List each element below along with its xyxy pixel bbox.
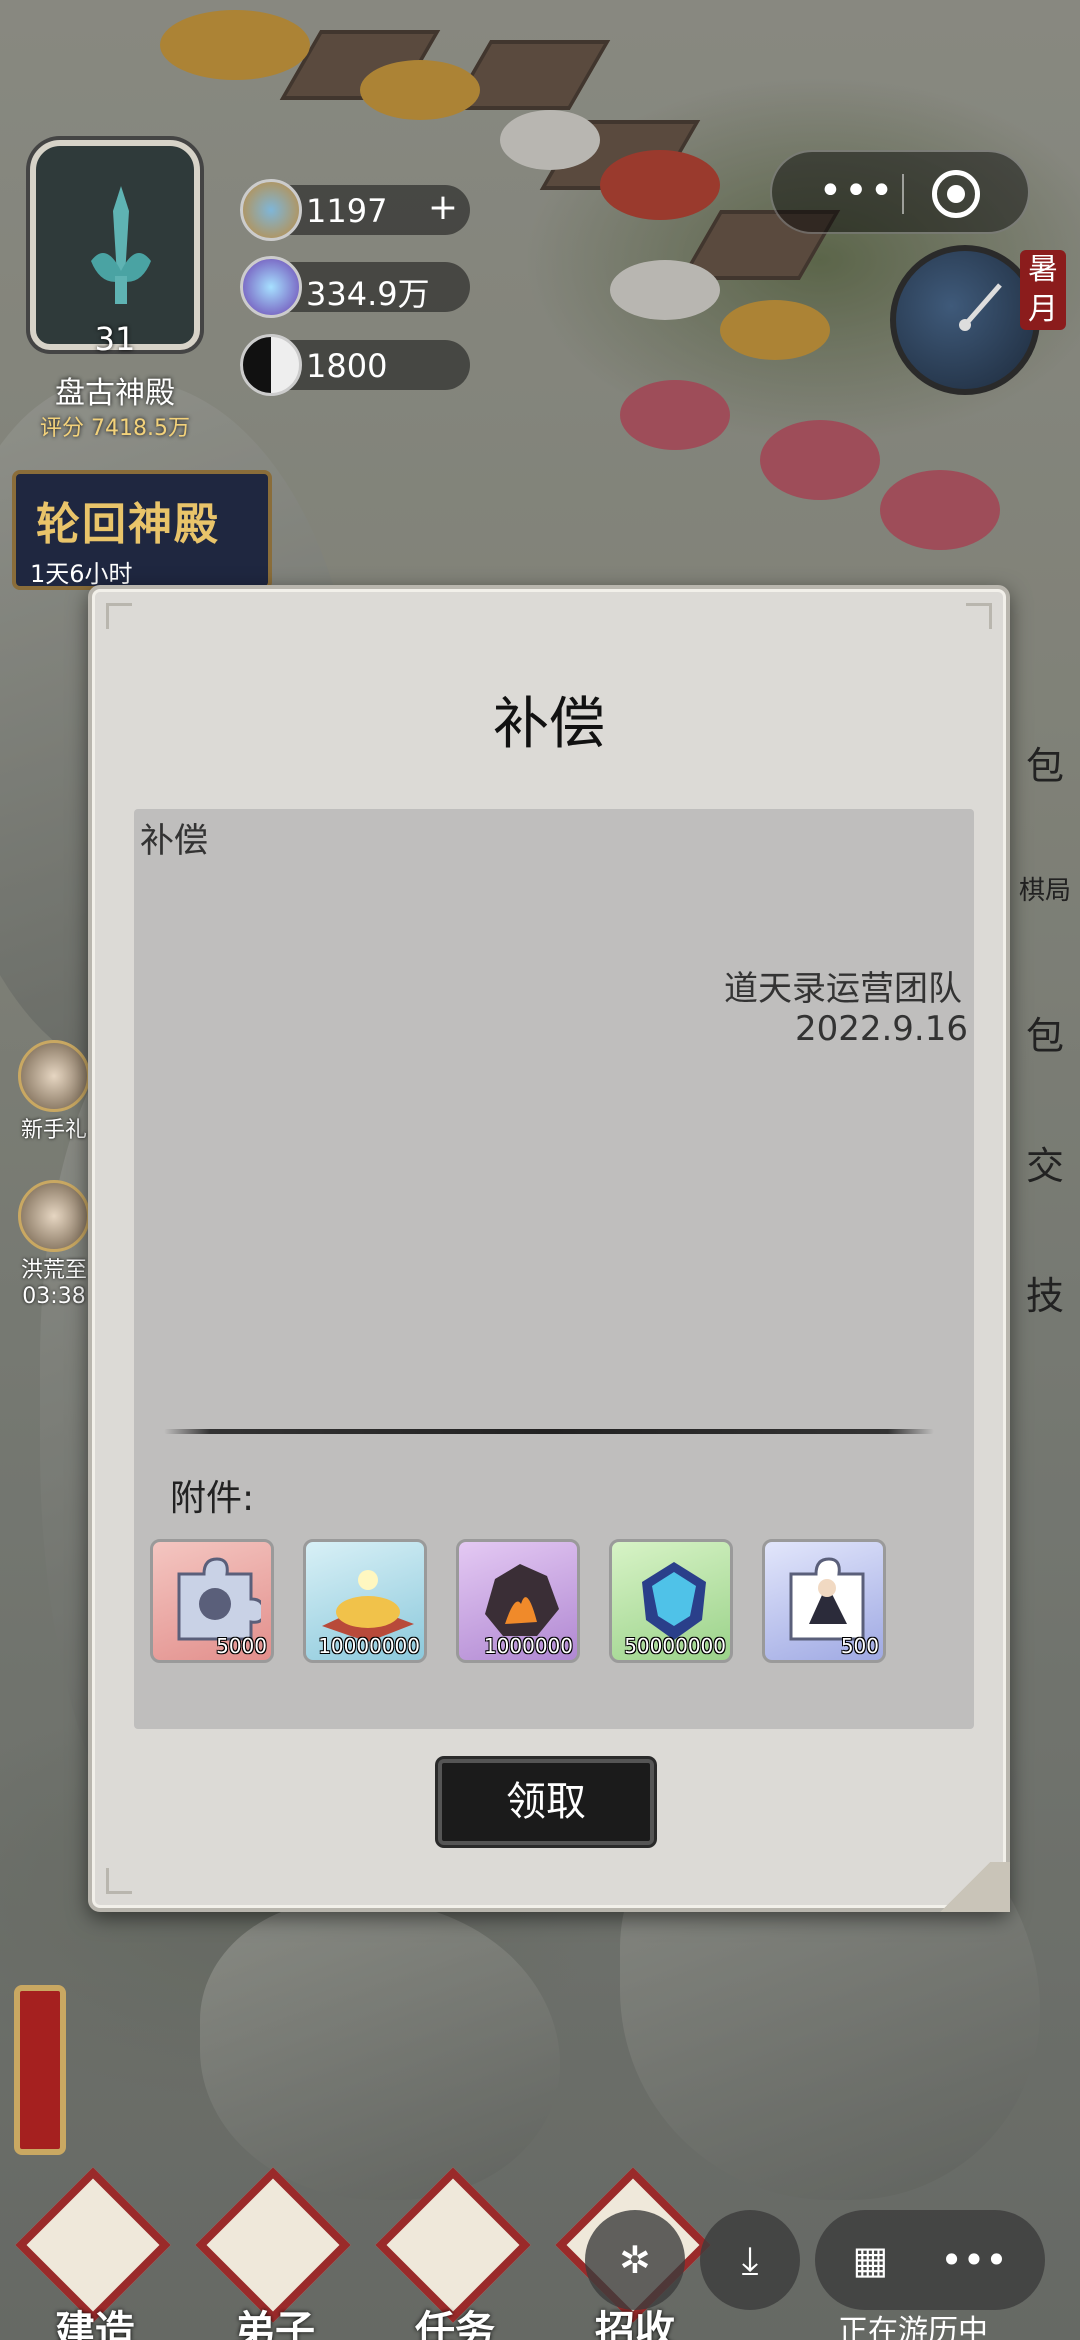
crystal-icon (240, 256, 302, 318)
capsule-divider (902, 174, 904, 214)
attachment-item[interactable]: 5000 (150, 1539, 274, 1663)
sword-emblem-icon (91, 186, 151, 304)
more-dots-icon: ••• (940, 2238, 1008, 2282)
temple-emblem (30, 140, 200, 350)
yin-yang-icon (240, 334, 302, 396)
flood-event-button[interactable]: 洪荒至 03:38 (14, 1180, 94, 1309)
newbie-gift-icon (18, 1040, 90, 1112)
tab-build[interactable]: 建造 (15, 2167, 171, 2340)
grid-menu-button[interactable]: ▦ ••• (815, 2210, 1045, 2310)
mail-content-panel: 补偿 道天录运营团队 2022.9.16 附件: 5000 10000000 1… (134, 809, 974, 1729)
side-timer: 03:38 (22, 1284, 86, 1309)
attachment-quantity: 10000000 (318, 1634, 420, 1658)
temple-name: 盘古神殿 (55, 376, 175, 411)
page-curl-ornament (920, 1862, 1010, 1912)
side-label: 新手礼 (20, 1118, 87, 1143)
reincarnation-temple-event[interactable]: 轮回神殿 1天6小时 (12, 470, 272, 590)
character-fragment-icon (789, 1557, 865, 1641)
temple-badge[interactable]: 31 盘古神殿 评分 7418.5万 (10, 120, 220, 441)
mail-date: 2022.9.16 (794, 1009, 968, 1049)
sparkle-icon[interactable]: ✲ (585, 2210, 685, 2310)
gold-sand-icon (322, 1570, 414, 1642)
attachment-quantity: 500 (840, 1634, 879, 1658)
attachments-label: 附件: (170, 1478, 255, 1519)
tab-label: 弟子 (235, 2308, 315, 2340)
tab-tasks[interactable]: 任务 (375, 2167, 531, 2340)
mail-sender: 道天录运营团队 (724, 969, 962, 1009)
traveling-status: 正在游历中 (838, 2314, 988, 2340)
attachment-item[interactable]: 1000000 (456, 1539, 580, 1663)
close-target-icon[interactable] (932, 170, 980, 218)
blue-crystal-icon (642, 1562, 706, 1640)
resource-value: 1800 (306, 347, 388, 385)
tab-disciples[interactable]: 弟子 (195, 2167, 351, 2340)
more-options-button[interactable]: ••• (812, 166, 902, 222)
tab-label: 建造 (55, 2308, 135, 2340)
side-label: 洪荒至 (20, 1258, 87, 1283)
newbie-gift-button[interactable]: 新手礼 (14, 1040, 94, 1144)
side-right-item[interactable]: 包 (1010, 1005, 1080, 1060)
event-timer: 1天6小时 (30, 560, 133, 588)
scroll-icon[interactable] (14, 1985, 66, 2155)
dialog-title: 补偿 (493, 692, 605, 757)
grid-icon: ▦ (852, 2238, 889, 2282)
mail-subject: 补偿 (140, 821, 208, 861)
compensation-mail-dialog: 补偿 补偿 道天录运营团队 2022.9.16 附件: 5000 1000000… (88, 585, 1010, 1912)
add-resource-button[interactable]: + (428, 187, 458, 228)
side-right-item[interactable]: 技 (1010, 1265, 1080, 1320)
day-night-clock[interactable] (890, 245, 1040, 395)
attachment-quantity: 5000 (216, 1634, 267, 1658)
side-right-item[interactable]: 交 (1010, 1135, 1080, 1190)
dialog-corner-ornament (106, 603, 132, 629)
claim-button[interactable]: 领取 (438, 1759, 654, 1845)
download-icon[interactable]: ⤓ (700, 2210, 800, 2310)
dialog-corner-ornament (106, 1868, 132, 1894)
temple-score: 评分 7418.5万 (40, 416, 190, 441)
resource-crystal[interactable]: 334.9万 (240, 256, 470, 318)
puzzle-fragment-icon (177, 1557, 261, 1641)
attachment-quantity: 1000000 (483, 1634, 573, 1658)
side-right-item[interactable]: 棋局 (1010, 870, 1080, 907)
season-badge: 暑月 (1020, 250, 1066, 330)
dialog-corner-ornament (966, 603, 992, 629)
resource-value: 1197 (306, 192, 388, 230)
clock-hand-icon (959, 283, 1002, 331)
resource-yin-yang[interactable]: 1800 (240, 334, 470, 396)
tab-label: 任务 (415, 2308, 495, 2340)
spirit-stone-icon (240, 179, 302, 241)
attachment-quantity: 50000000 (624, 1634, 726, 1658)
attachment-item[interactable]: 50000000 (609, 1539, 733, 1663)
resource-value: 334.9万 (306, 275, 430, 313)
flood-event-icon (18, 1180, 90, 1252)
ink-divider (164, 1429, 934, 1434)
fire-ore-icon (485, 1564, 559, 1636)
mini-program-capsule: ••• (770, 150, 1030, 234)
attachment-item[interactable]: 10000000 (303, 1539, 427, 1663)
resource-spirit-stone[interactable]: 1197 + (240, 179, 470, 241)
event-title: 轮回神殿 (36, 499, 220, 550)
side-right-item[interactable]: 包 (1010, 735, 1080, 790)
attachment-item[interactable]: 500 (762, 1539, 886, 1663)
temple-level: 31 (94, 320, 136, 358)
